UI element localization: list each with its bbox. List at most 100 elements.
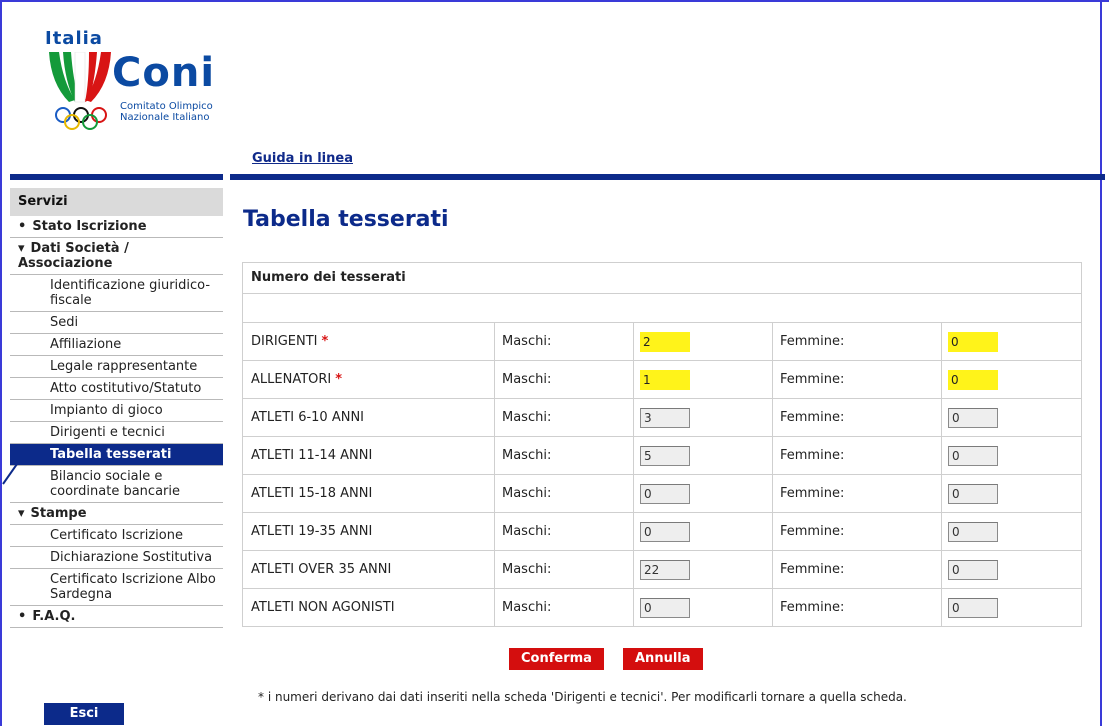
sidebar-item-f-a-q[interactable]: • F.A.Q. xyxy=(10,606,223,628)
sidebar-item-dichiarazione-sostitutiva[interactable]: Dichiarazione Sostitutiva xyxy=(10,547,223,569)
sidebar-item-tabella-tesserati[interactable]: Tabella tesserati xyxy=(10,444,223,466)
female-label-cell: Femmine: xyxy=(773,361,942,398)
sidebar-item-identificazione-giuridico-fiscale[interactable]: Identificazione giuridico-fiscale xyxy=(10,275,223,312)
female-count-input[interactable] xyxy=(948,445,998,466)
female-input-cell xyxy=(942,551,1081,588)
row-label: ATLETI NON AGONISTI xyxy=(251,600,395,615)
sidebar-item-bilancio-sociale-e-coordinate-bancarie[interactable]: Bilancio sociale e coordinate bancarie xyxy=(10,466,223,503)
male-label: Maschi: xyxy=(502,372,552,387)
male-label: Maschi: xyxy=(502,410,552,425)
cancel-button[interactable]: Annulla xyxy=(623,648,703,670)
help-link[interactable]: Guida in linea xyxy=(252,151,353,166)
table-row: ALLENATORI* Maschi: Femmine: xyxy=(243,361,1081,399)
male-count-input[interactable] xyxy=(640,369,690,390)
female-label-cell: Femmine: xyxy=(773,513,942,550)
female-label-cell: Femmine: xyxy=(773,399,942,436)
sidebar-items: • Stato Iscrizione ▾ Dati Società / Associa… xyxy=(10,216,223,628)
sidebar-item-label: Stato Iscrizione xyxy=(32,219,147,234)
coni-logo: Italia Coni Comitato Olimpico Nazionale … xyxy=(40,22,240,157)
female-count-input[interactable] xyxy=(948,597,998,618)
male-label: Maschi: xyxy=(502,334,552,349)
male-label: Maschi: xyxy=(502,600,552,615)
female-label: Femmine: xyxy=(780,334,845,349)
sidebar-item-stampe[interactable]: ▾ Stampe xyxy=(10,503,223,525)
female-label: Femmine: xyxy=(780,372,845,387)
female-count-input[interactable] xyxy=(948,369,998,390)
sidebar-item-label: Sedi xyxy=(50,315,79,330)
male-count-input[interactable] xyxy=(640,597,690,618)
female-label: Femmine: xyxy=(780,524,845,539)
sidebar-item-legale-rappresentante[interactable]: Legale rappresentante xyxy=(10,356,223,378)
female-count-input[interactable] xyxy=(948,331,998,352)
male-count-input[interactable] xyxy=(640,331,690,352)
female-count-input[interactable] xyxy=(948,483,998,504)
confirm-button[interactable]: Conferma xyxy=(509,648,604,670)
row-label: ALLENATORI xyxy=(251,372,332,387)
row-label-cell: ATLETI OVER 35 ANNI xyxy=(243,551,495,588)
row-label: DIRIGENTI xyxy=(251,334,318,349)
male-count-input[interactable] xyxy=(640,407,690,428)
male-input-cell xyxy=(634,399,773,436)
table-row: ATLETI NON AGONISTI Maschi: Femmine: xyxy=(243,589,1081,626)
male-input-cell xyxy=(634,475,773,512)
sidebar-item-sedi[interactable]: Sedi xyxy=(10,312,223,334)
sidebar-item-label: F.A.Q. xyxy=(32,609,76,624)
sidebar-item-atto-costitutivo-statuto[interactable]: Atto costitutivo/Statuto xyxy=(10,378,223,400)
male-count-input[interactable] xyxy=(640,521,690,542)
sidebar-item-label: Certificato Iscrizione Albo Sardegna xyxy=(50,572,216,602)
female-label-cell: Femmine: xyxy=(773,589,942,626)
row-label: ATLETI OVER 35 ANNI xyxy=(251,562,392,577)
row-label: ATLETI 15-18 ANNI xyxy=(251,486,373,501)
row-label-cell: ATLETI 15-18 ANNI xyxy=(243,475,495,512)
row-label: ATLETI 6-10 ANNI xyxy=(251,410,365,425)
female-label: Femmine: xyxy=(780,448,845,463)
male-label-cell: Maschi: xyxy=(495,589,634,626)
female-count-input[interactable] xyxy=(948,521,998,542)
male-input-cell xyxy=(634,323,773,360)
female-count-input[interactable] xyxy=(948,559,998,580)
bullet-icon: • xyxy=(18,219,27,234)
sidebar-item-affiliazione[interactable]: Affiliazione xyxy=(10,334,223,356)
sidebar-item-label: Atto costitutivo/Statuto xyxy=(50,381,202,396)
male-label-cell: Maschi: xyxy=(495,437,634,474)
female-count-input[interactable] xyxy=(948,407,998,428)
sidebar-item-label: Affiliazione xyxy=(50,337,122,352)
bullet-icon: • xyxy=(18,609,27,624)
window-frame-left xyxy=(0,0,2,726)
sidebar-item-label: Legale rappresentante xyxy=(50,359,198,374)
male-input-cell xyxy=(634,513,773,550)
sidebar-item-impianto-di-gioco[interactable]: Impianto di gioco xyxy=(10,400,223,422)
sidebar-item-stato-iscrizione[interactable]: • Stato Iscrizione xyxy=(10,216,223,238)
sidebar-title: Servizi xyxy=(10,188,223,216)
table-row: ATLETI 11-14 ANNI Maschi: Femmine: xyxy=(243,437,1081,475)
sidebar-item-dirigenti-e-tecnici[interactable]: Dirigenti e tecnici xyxy=(10,422,223,444)
female-label: Femmine: xyxy=(780,486,845,501)
male-label-cell: Maschi: xyxy=(495,361,634,398)
sidebar-item-certificato-iscrizione-albo-sardegna[interactable]: Certificato Iscrizione Albo Sardegna xyxy=(10,569,223,606)
female-input-cell xyxy=(942,361,1081,398)
required-marker: * xyxy=(335,372,343,387)
footnote: * i numeri derivano dai dati inseriti ne… xyxy=(258,690,907,704)
exit-button[interactable]: Esci xyxy=(44,703,124,725)
window-frame-right xyxy=(1100,0,1102,726)
male-count-input[interactable] xyxy=(640,445,690,466)
sidebar-item-certificato-iscrizione[interactable]: Certificato Iscrizione xyxy=(10,525,223,547)
male-count-input[interactable] xyxy=(640,483,690,504)
row-label-cell: ATLETI 6-10 ANNI xyxy=(243,399,495,436)
female-label-cell: Femmine: xyxy=(773,551,942,588)
male-input-cell xyxy=(634,437,773,474)
logo-subtitle-line1: Comitato Olimpico xyxy=(120,101,213,112)
sidebar-item-label: Stampe xyxy=(30,506,87,521)
row-label: ATLETI 11-14 ANNI xyxy=(251,448,373,463)
male-count-input[interactable] xyxy=(640,559,690,580)
female-label-cell: Femmine: xyxy=(773,323,942,360)
row-label-cell: ALLENATORI * xyxy=(243,361,495,398)
table-spacer-row xyxy=(243,294,1081,323)
olympic-rings-icon xyxy=(55,107,107,130)
sidebar-item-dati-societ-associazione[interactable]: ▾ Dati Società / Associazione xyxy=(10,238,223,275)
flag-icon xyxy=(49,52,111,103)
table-row: ATLETI 19-35 ANNI Maschi: Femmine: xyxy=(243,513,1081,551)
male-label: Maschi: xyxy=(502,562,552,577)
sidebar-item-label: Certificato Iscrizione xyxy=(50,528,183,543)
members-table: Numero dei tesserati DIRIGENTI*Maschi:Fe… xyxy=(242,262,1082,627)
